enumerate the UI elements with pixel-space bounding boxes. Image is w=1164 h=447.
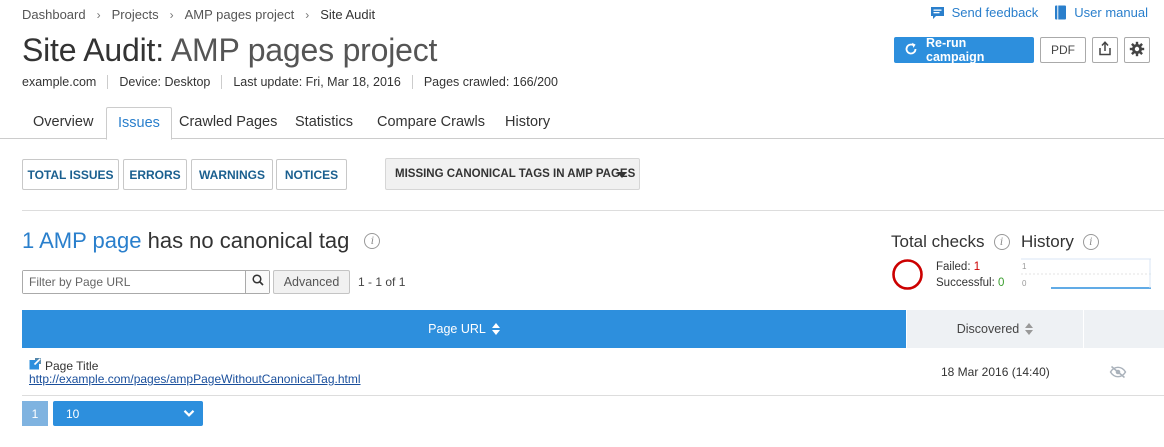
column-page-url-label: Page URL	[428, 322, 486, 336]
info-icon[interactable]: i	[1082, 234, 1099, 250]
meta-pages-crawled: Pages crawled: 166/200	[423, 75, 558, 89]
caret-down-icon	[617, 172, 627, 178]
column-discovered-label: Discovered	[956, 322, 1020, 336]
per-page-value: 10	[66, 406, 80, 421]
meta-divider	[107, 75, 109, 89]
history-y-top: 1	[1022, 262, 1027, 271]
errors-button[interactable]: ERRORS	[123, 159, 187, 190]
table-row: Page Title http://example.com/pages/ampP…	[22, 348, 1164, 396]
total-checks-heading: Total checks i	[891, 232, 1010, 252]
failed-count: 1	[973, 261, 981, 273]
issue-heading: 1 AMP page has no canonical tag i	[22, 228, 381, 254]
page-title-prefix: Site Audit:	[22, 32, 164, 68]
url-filter-input[interactable]	[23, 271, 245, 293]
feedback-icon	[930, 6, 945, 20]
total-issues-button[interactable]: TOTAL ISSUES	[22, 159, 119, 190]
total-checks-donut	[891, 258, 924, 296]
settings-button[interactable]	[1124, 37, 1150, 63]
rerun-campaign-button[interactable]: Re-run campaign	[894, 36, 1034, 64]
user-manual-link[interactable]: User manual	[1054, 5, 1148, 20]
breadcrumb-project[interactable]: AMP pages project	[185, 7, 295, 22]
total-checks-stats: Failed: 1 Successful: 0	[936, 259, 1004, 291]
share-button[interactable]	[1092, 37, 1118, 63]
manual-icon	[1054, 5, 1067, 20]
issue-count[interactable]: 1 AMP page	[22, 228, 141, 254]
history-heading: History i	[1021, 232, 1099, 252]
pdf-button[interactable]: PDF	[1040, 37, 1086, 63]
share-icon	[1098, 41, 1112, 59]
user-manual-label: User manual	[1074, 5, 1148, 20]
tab-statistics[interactable]: Statistics	[284, 107, 364, 139]
url-filter	[22, 270, 270, 294]
meta-divider	[221, 75, 223, 89]
sort-icon	[1025, 323, 1034, 335]
breadcrumb-projects[interactable]: Projects	[112, 7, 159, 22]
breadcrumb-current: Site Audit	[320, 7, 376, 22]
tab-issues[interactable]: Issues	[106, 107, 172, 140]
tab-crawled-pages[interactable]: Crawled Pages	[168, 107, 288, 139]
top-links: Send feedback User manual	[930, 5, 1148, 20]
failed-label: Failed:	[936, 261, 971, 273]
tab-compare-crawls[interactable]: Compare Crawls	[366, 107, 496, 139]
row-page-title: Page Title	[29, 358, 98, 373]
breadcrumb-separator: ›	[305, 7, 310, 22]
project-meta: example.com Device: Desktop Last update:…	[22, 75, 558, 89]
send-feedback-label: Send feedback	[951, 5, 1039, 20]
issue-type-dropdown[interactable]: MISSING CANONICAL TAGS IN AMP PAGES	[385, 158, 640, 190]
page-title-project: AMP pages project	[170, 32, 438, 68]
search-icon	[251, 273, 264, 291]
row-discovered: 18 Mar 2016 (14:40)	[941, 365, 1050, 379]
divider	[22, 210, 1164, 211]
notices-button[interactable]: NOTICES	[276, 159, 347, 190]
history-chart: 1 0	[1021, 258, 1151, 295]
header-actions: Re-run campaign PDF	[894, 36, 1150, 64]
meta-last-update: Last update: Fri, Mar 18, 2016	[233, 75, 401, 89]
results-range: 1 - 1 of 1	[358, 275, 406, 289]
meta-divider	[411, 75, 413, 89]
breadcrumb-dashboard[interactable]: Dashboard	[22, 7, 86, 22]
page-title: Site Audit: AMP pages project	[22, 32, 437, 69]
history-y-bottom: 0	[1022, 279, 1027, 288]
column-actions	[1084, 310, 1164, 348]
breadcrumb: Dashboard › Projects › AMP pages project…	[22, 7, 375, 22]
breadcrumb-separator: ›	[169, 7, 174, 22]
meta-device: Device: Desktop	[119, 75, 211, 89]
total-checks-label: Total checks	[891, 232, 985, 251]
gear-icon	[1129, 41, 1145, 60]
meta-domain: example.com	[22, 75, 97, 89]
info-icon[interactable]: i	[364, 233, 381, 249]
advanced-button[interactable]: Advanced	[273, 270, 350, 294]
tab-bar: Overview Issues Crawled Pages Statistics…	[0, 107, 1164, 140]
hide-issue-button[interactable]	[1109, 365, 1127, 384]
column-discovered[interactable]: Discovered	[907, 310, 1083, 348]
successful-count: 0	[998, 277, 1005, 289]
issue-description: has no canonical tag	[147, 228, 350, 253]
pagination-page-1[interactable]: 1	[22, 401, 48, 426]
tab-history[interactable]: History	[494, 107, 561, 139]
refresh-icon	[904, 42, 918, 59]
per-page-select[interactable]: 10	[53, 401, 203, 426]
row-page-url[interactable]: http://example.com/pages/ampPageWithoutC…	[29, 372, 361, 386]
search-button[interactable]	[245, 271, 269, 293]
rerun-campaign-label: Re-run campaign	[926, 36, 985, 64]
tab-overview[interactable]: Overview	[22, 107, 104, 139]
row-title-text: Page Title	[45, 358, 99, 373]
history-label: History	[1021, 232, 1074, 251]
info-icon[interactable]: i	[993, 234, 1010, 250]
issue-type-value: MISSING CANONICAL TAGS IN AMP PAGES	[395, 168, 636, 180]
warnings-button[interactable]: WARNINGS	[191, 159, 273, 190]
column-page-url[interactable]: Page URL	[22, 310, 906, 348]
hide-icon	[1109, 365, 1127, 383]
table-header: Page URL Discovered	[22, 310, 1164, 348]
send-feedback-link[interactable]: Send feedback	[930, 5, 1039, 20]
successful-label: Successful:	[936, 277, 995, 289]
external-link-icon[interactable]	[29, 358, 41, 373]
sort-icon	[491, 323, 500, 335]
breadcrumb-separator: ›	[96, 7, 101, 22]
